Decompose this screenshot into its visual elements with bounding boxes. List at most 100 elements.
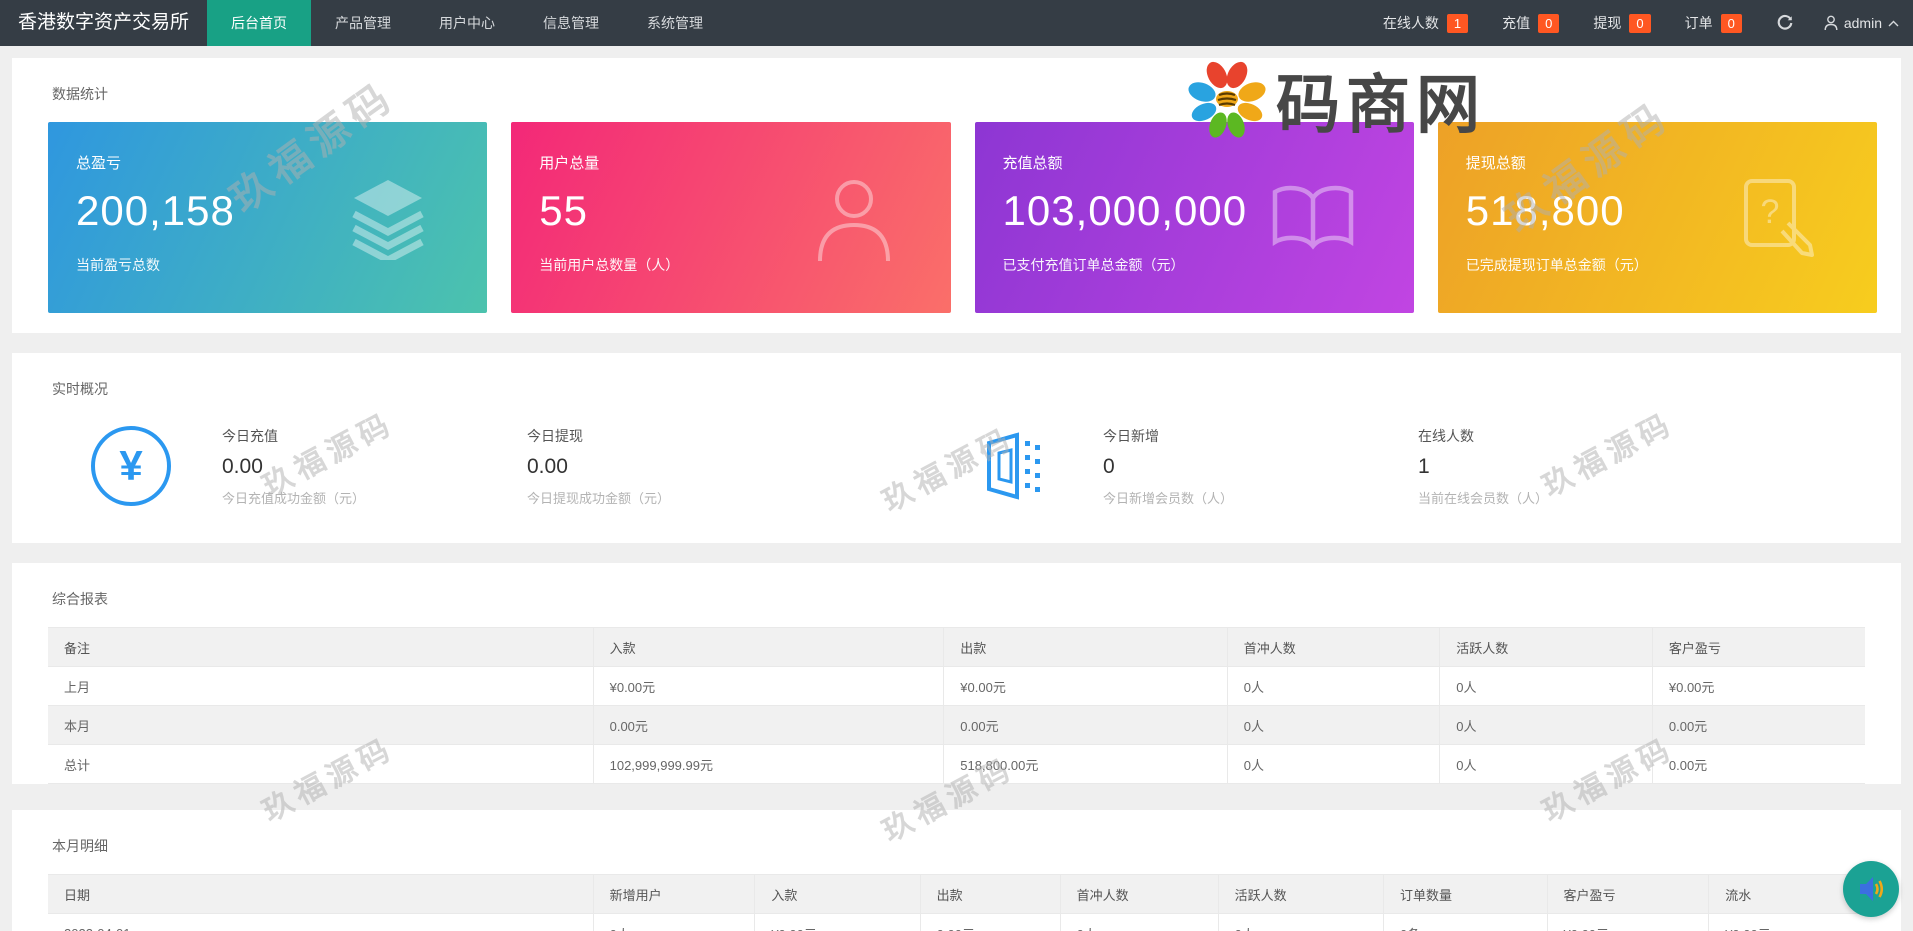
realtime-item-today-new: 今日新增 0 今日新增会员数（人） bbox=[1103, 426, 1418, 507]
detail-panel: 本月明细 日期 新增用户 入款 出款 首冲人数 活跃人数 订单数量 客户盈亏 流… bbox=[12, 810, 1901, 931]
user-icon bbox=[817, 179, 890, 261]
menu-item-information[interactable]: 信息管理 bbox=[519, 0, 623, 46]
cell-date: 2022-04-01 bbox=[48, 913, 594, 931]
top-navbar: 香港数字资产交易所 后台首页 产品管理 用户中心 信息管理 系统管理 在线人数 … bbox=[0, 0, 1913, 46]
counter-online[interactable]: 在线人数 1 bbox=[1382, 13, 1469, 33]
counter-withdraw-badge: 0 bbox=[1629, 13, 1651, 33]
counter-recharge-label: 充值 bbox=[1502, 15, 1531, 31]
stat-card-label: 用户总量 bbox=[539, 155, 600, 172]
cell-first-recharge: 0人 bbox=[1227, 705, 1441, 745]
detail-header-new-users: 新增用户 bbox=[593, 874, 756, 914]
report-header-payout: 出款 bbox=[943, 627, 1228, 667]
cell-active: 0人 bbox=[1439, 666, 1653, 706]
report-row-last-month: 上月 ¥0.00元 ¥0.00元 0人 0人 ¥0.00元 bbox=[48, 666, 1865, 706]
report-panel: 综合报表 备注 入款 出款 首冲人数 活跃人数 客户盈亏 上月 ¥0.00元 ¥… bbox=[12, 563, 1901, 784]
detail-header-payout: 出款 bbox=[920, 874, 1061, 914]
speaker-icon bbox=[1860, 877, 1884, 901]
username: admin bbox=[1843, 15, 1882, 31]
counter-orders[interactable]: 订单 0 bbox=[1685, 13, 1742, 33]
counter-orders-label: 订单 bbox=[1684, 15, 1713, 31]
menu-item-products[interactable]: 产品管理 bbox=[311, 0, 415, 46]
cell-first-recharge: 0人 bbox=[1227, 666, 1441, 706]
detail-header-first-recharge: 首冲人数 bbox=[1060, 874, 1219, 914]
refresh-icon[interactable] bbox=[1776, 14, 1794, 32]
detail-row: 2022-04-01 0人 ¥0.00元 0.00元 0人 0人 0条 ¥0.0… bbox=[48, 913, 1865, 931]
cell-pnl: ¥0.00元 bbox=[1652, 666, 1865, 706]
sound-toggle-button[interactable] bbox=[1843, 861, 1899, 917]
realtime-value: 0.00 bbox=[222, 454, 263, 478]
report-row-total: 总计 102,999,999.99元 518,800.00元 0人 0人 0.0… bbox=[48, 744, 1865, 784]
menu-item-dashboard[interactable]: 后台首页 bbox=[207, 0, 312, 46]
detail-header-date: 日期 bbox=[48, 874, 594, 914]
cell-first-recharge: 0人 bbox=[1227, 744, 1441, 784]
cell-deposit: 102,999,999.99元 bbox=[593, 744, 945, 784]
book-icon bbox=[1272, 185, 1353, 250]
cell-payout: 518,800.00元 bbox=[943, 744, 1228, 784]
detail-header-active: 活跃人数 bbox=[1218, 874, 1384, 914]
report-header-deposit: 入款 bbox=[593, 627, 945, 667]
report-header-remark: 备注 bbox=[48, 627, 594, 667]
realtime-panel: 实时概况 ¥ 今日充值 0.00 今日充值成功金额（元） 今日提现 0.00 今… bbox=[12, 353, 1901, 543]
person-icon bbox=[1824, 15, 1838, 31]
realtime-value: 0.00 bbox=[527, 454, 568, 478]
stat-card-total-pnl: 总盈亏 200,158 当前盈亏总数 bbox=[48, 122, 488, 313]
cell-payout: ¥0.00元 bbox=[943, 666, 1228, 706]
counter-withdraw-label: 提现 bbox=[1593, 15, 1622, 31]
yen-circle-icon: ¥ bbox=[88, 423, 174, 509]
cell-deposit: ¥0.00元 bbox=[593, 666, 945, 706]
cell-pnl: ¥0.00元 bbox=[1547, 913, 1710, 931]
detail-header-pnl: 客户盈亏 bbox=[1547, 874, 1710, 914]
cell-deposit: 0.00元 bbox=[593, 705, 945, 745]
cell-remark: 上月 bbox=[48, 666, 594, 706]
counter-recharge-badge: 0 bbox=[1538, 13, 1560, 33]
stat-card-label: 总盈亏 bbox=[76, 155, 122, 172]
stat-card-total-recharge: 充值总额 103,000,000 已支付充值订单总金额（元） bbox=[974, 122, 1414, 313]
counter-orders-badge: 0 bbox=[1720, 13, 1742, 33]
stats-panel: 数据统计 总盈亏 200,158 当前盈亏总数 用户总量 55 当前用户总数量（… bbox=[12, 58, 1901, 333]
realtime-row: ¥ 今日充值 0.00 今日充值成功金额（元） 今日提现 0.00 今日提现成功… bbox=[36, 417, 1877, 543]
door-icon bbox=[969, 423, 1055, 509]
main-menu: 后台首页 产品管理 用户中心 信息管理 系统管理 bbox=[207, 0, 727, 46]
counter-online-label: 在线人数 bbox=[1382, 15, 1439, 31]
counter-online-badge: 1 bbox=[1446, 13, 1469, 33]
realtime-caption: 今日新增会员数（人） bbox=[1103, 490, 1234, 506]
report-panel-title: 综合报表 bbox=[52, 591, 108, 607]
detail-header-orders: 订单数量 bbox=[1383, 874, 1548, 914]
stat-card-label: 提现总额 bbox=[1465, 155, 1526, 172]
report-header-row: 备注 入款 出款 首冲人数 活跃人数 客户盈亏 bbox=[48, 627, 1865, 667]
cell-payout: 0.00元 bbox=[920, 913, 1061, 931]
realtime-caption: 当前在线会员数（人） bbox=[1418, 490, 1549, 506]
realtime-value: 0 bbox=[1103, 454, 1115, 478]
realtime-label: 今日提现 bbox=[527, 427, 583, 444]
realtime-item-online: 在线人数 1 当前在线会员数（人） bbox=[1418, 426, 1877, 507]
cell-remark: 总计 bbox=[48, 744, 594, 784]
realtime-caption: 今日提现成功金额（元） bbox=[527, 490, 671, 506]
report-header-first-recharge: 首冲人数 bbox=[1227, 627, 1441, 667]
menu-item-system[interactable]: 系统管理 bbox=[623, 0, 727, 46]
layers-icon bbox=[352, 179, 424, 260]
cell-remark: 本月 bbox=[48, 705, 594, 745]
menu-item-users[interactable]: 用户中心 bbox=[415, 0, 519, 46]
note-question-icon: ? bbox=[1744, 178, 1814, 257]
counter-withdraw[interactable]: 提现 0 bbox=[1593, 13, 1651, 33]
page-content: 数据统计 总盈亏 200,158 当前盈亏总数 用户总量 55 当前用户总数量（… bbox=[0, 46, 1913, 931]
svg-text:?: ? bbox=[1761, 193, 1780, 231]
detail-panel-title: 本月明细 bbox=[52, 838, 108, 854]
cell-flow: ¥0.00元 bbox=[1708, 913, 1865, 931]
stat-card-total-users: 用户总量 55 当前用户总数量（人） bbox=[511, 122, 951, 313]
user-menu[interactable]: admin bbox=[1824, 15, 1899, 31]
cell-active: 0人 bbox=[1439, 744, 1653, 784]
detail-header-row: 日期 新增用户 入款 出款 首冲人数 活跃人数 订单数量 客户盈亏 流水 bbox=[48, 874, 1865, 914]
realtime-item-today-withdraw: 今日提现 0.00 今日提现成功金额（元） bbox=[527, 426, 969, 507]
report-header-pnl: 客户盈亏 bbox=[1652, 627, 1865, 667]
detail-header-flow: 流水 bbox=[1708, 874, 1865, 914]
stats-panel-title: 数据统计 bbox=[52, 86, 108, 102]
cell-payout: 0.00元 bbox=[943, 705, 1228, 745]
realtime-label: 今日充值 bbox=[222, 427, 278, 444]
report-row-this-month: 本月 0.00元 0.00元 0人 0人 0.00元 bbox=[48, 705, 1865, 745]
app-title: 香港数字资产交易所 bbox=[18, 12, 190, 33]
navbar-right: 在线人数 1 充值 0 提现 0 订单 0 admin bbox=[1349, 0, 1913, 46]
cell-active: 0人 bbox=[1439, 705, 1653, 745]
realtime-value: 1 bbox=[1418, 454, 1430, 478]
counter-recharge[interactable]: 充值 0 bbox=[1502, 13, 1560, 33]
